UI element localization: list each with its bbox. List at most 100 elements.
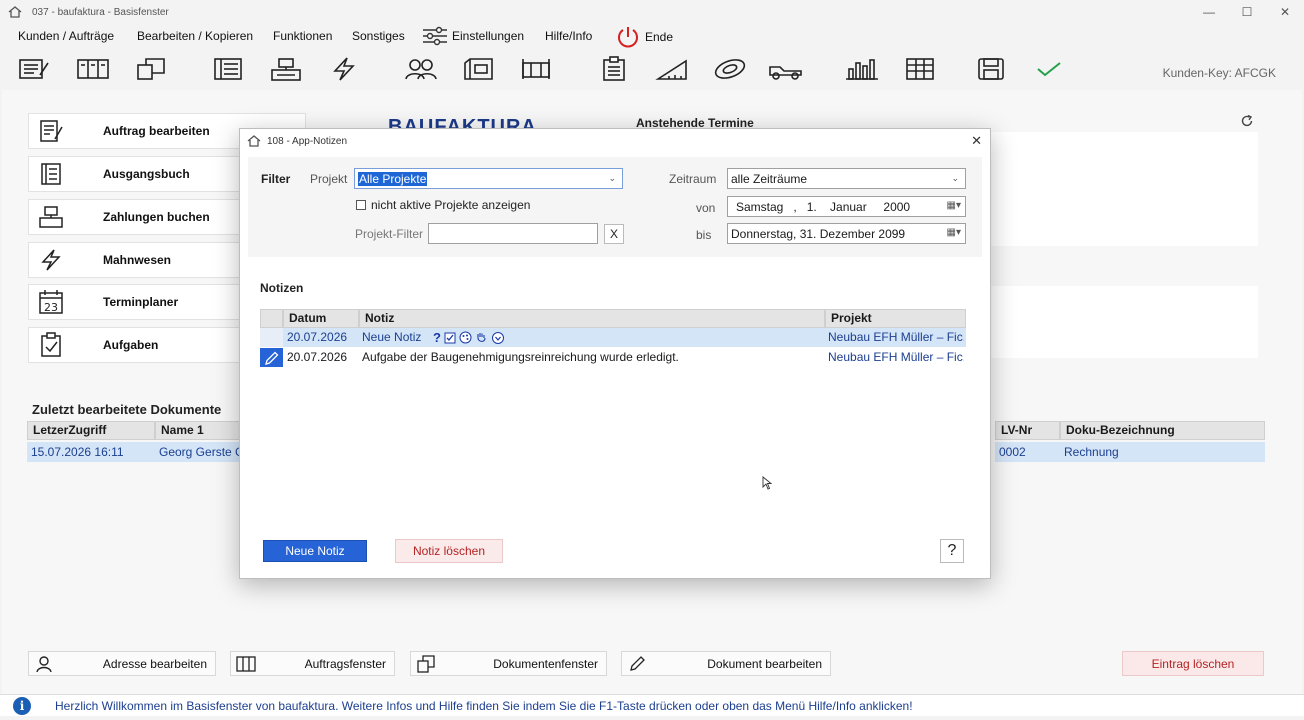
pencil-icon (264, 351, 278, 365)
adresse-bearbeiten-button[interactable]: Adresse bearbeiten (28, 651, 216, 676)
zeitraum-label: Zeitraum (669, 172, 717, 186)
note-text[interactable]: Neue Notiz (362, 328, 421, 347)
sliders-icon (423, 26, 447, 46)
clear-filter-button[interactable]: X (604, 224, 624, 244)
edit-order-icon[interactable] (16, 54, 52, 84)
inactive-projects-checkbox[interactable] (356, 200, 366, 210)
inactive-projects-label: nicht aktive Projekte anzeigen (371, 198, 531, 212)
col-projekt[interactable]: Projekt (825, 309, 966, 328)
col-name-1[interactable]: Name 1 (155, 421, 245, 440)
menu-sonstiges[interactable]: Sonstiges (352, 29, 405, 43)
order-window-icon[interactable] (75, 54, 111, 84)
lightning-icon[interactable] (326, 54, 362, 84)
neue-notiz-button[interactable]: Neue Notiz (263, 540, 367, 562)
bis-label: bis (696, 228, 712, 242)
row-marker (260, 328, 283, 347)
menu-bar: Kunden / Aufträge Bearbeiten / Kopieren … (0, 24, 1304, 50)
chart-icon[interactable] (844, 54, 880, 84)
palette-icon[interactable] (459, 331, 472, 344)
mouse-cursor-icon (762, 476, 772, 490)
note-text[interactable]: Aufgabe der Baugenehmigungsreinreichung … (362, 348, 679, 367)
save-icon[interactable] (973, 54, 1009, 84)
menu-hilfe-info[interactable]: Hilfe/Info (545, 29, 592, 43)
von-label: von (696, 201, 716, 215)
calendar-dropdown-icon[interactable]: ▦▾ (947, 227, 961, 238)
minimize-button[interactable]: — (1190, 0, 1228, 24)
menu-kunden-auftraege[interactable]: Kunden / Aufträge (18, 29, 114, 43)
von-date-picker[interactable]: Samstag , 1. Januar 2000 ▦▾ (727, 196, 966, 217)
dialog-close-button[interactable]: ✕ (971, 133, 982, 149)
note-project: Neubau EFH Müller – Fic... (828, 350, 964, 364)
eintrag-loeschen-button[interactable]: Eintrag löschen (1122, 651, 1264, 676)
refresh-icon[interactable] (1240, 114, 1254, 128)
dokumentenfenster-button[interactable]: Dokumentenfenster (410, 651, 607, 676)
documents-icon[interactable] (133, 54, 169, 84)
projekt-filter-input[interactable] (428, 223, 598, 244)
ledger-icon[interactable] (210, 54, 246, 84)
site-icon[interactable] (518, 54, 554, 84)
hand-icon[interactable] (475, 331, 488, 344)
zahlungen-buchen-label: Zahlungen buchen (103, 210, 210, 224)
projekt-select-value: Alle Projekte (358, 171, 428, 186)
close-button[interactable]: ✕ (1266, 0, 1304, 24)
clipboard-icon[interactable] (596, 54, 632, 84)
zeitraum-select[interactable]: alle Zeiträume ⌄ (727, 168, 966, 189)
recent-row-lvnr[interactable]: 0002 (995, 442, 1060, 462)
clipboard-check-icon (41, 332, 61, 357)
menu-ende[interactable]: Ende (615, 25, 673, 49)
eye-dropdown-icon[interactable] (491, 331, 505, 344)
home-icon (247, 135, 261, 147)
kunden-key: Kunden-Key: AFCGK (1162, 66, 1276, 80)
note-date: 20.07.2026 (287, 330, 348, 344)
checkbox-icon[interactable] (444, 332, 456, 344)
truck-icon[interactable] (768, 54, 804, 84)
measure-icon[interactable] (654, 54, 690, 84)
projekt-select[interactable]: Alle Projekte ⌄ (354, 168, 623, 189)
table-icon[interactable] (902, 54, 938, 84)
termine-panel (990, 132, 1258, 246)
maximize-button[interactable]: ☐ (1228, 0, 1266, 24)
menu-funktionen[interactable]: Funktionen (273, 29, 332, 43)
recent-row-doku[interactable]: Rechnung (1060, 442, 1265, 462)
svg-text:23: 23 (44, 301, 58, 314)
person-icon (36, 655, 52, 672)
recent-row-name[interactable]: Georg Gerste Gr (155, 442, 245, 462)
menu-bearbeiten-kopieren[interactable]: Bearbeiten / Kopieren (137, 29, 253, 43)
dokument-bearbeiten-label: Dokument bearbeiten (707, 656, 822, 671)
info-icon: i (13, 696, 31, 715)
order-window-icon (236, 655, 256, 672)
col-notiz[interactable]: Notiz (359, 309, 825, 328)
home-icon (8, 6, 22, 18)
help-icon[interactable]: ? (433, 328, 441, 347)
col-row-marker (260, 309, 283, 328)
chevron-down-icon: ⌄ (951, 173, 959, 183)
bis-date-picker[interactable]: Donnerstag, 31. Dezember 2099 ▦▾ (727, 223, 966, 244)
calendar-dropdown-icon[interactable]: ▦▾ (947, 200, 961, 211)
auftragsfenster-button[interactable]: Auftragsfenster (230, 651, 395, 676)
dialog-titlebar: 108 - App-Notizen ✕ (240, 129, 990, 153)
check-icon[interactable] (1031, 54, 1067, 84)
chevron-down-icon: ⌄ (608, 173, 616, 183)
col-lv-nr[interactable]: LV-Nr (995, 421, 1060, 440)
recent-row-zugriff[interactable]: 15.07.2026 16:11 (27, 442, 155, 462)
col-letzter-zugriff[interactable]: LetzerZugriff (27, 421, 155, 440)
menu-ende-label: Ende (645, 30, 674, 44)
row-edit-marker (260, 348, 283, 367)
adresse-bearbeiten-label: Adresse bearbeiten (102, 656, 207, 671)
cash-register-icon[interactable] (268, 54, 304, 84)
von-date-value: Samstag , 1. Januar 2000 (736, 199, 911, 214)
ausgangsbuch-label: Ausgangsbuch (103, 167, 190, 181)
filter-label: Filter (261, 172, 291, 186)
help-button[interactable]: ? (940, 539, 964, 563)
tape-icon[interactable] (712, 54, 748, 84)
menu-einstellungen[interactable]: Einstellungen (422, 26, 524, 46)
col-datum[interactable]: Datum (283, 309, 359, 328)
notiz-loeschen-button[interactable]: Notiz löschen (395, 539, 503, 563)
contacts-icon[interactable] (403, 54, 439, 84)
dokumentenfenster-label: Dokumentenfenster (493, 656, 598, 671)
note-project: Neubau EFH Müller – Fic... (828, 330, 964, 344)
col-doku-bezeichnung[interactable]: Doku-Bezeichnung (1060, 421, 1265, 440)
lightning-icon (41, 249, 61, 271)
archive-icon[interactable] (461, 54, 497, 84)
dokument-bearbeiten-button[interactable]: Dokument bearbeiten (621, 651, 831, 676)
